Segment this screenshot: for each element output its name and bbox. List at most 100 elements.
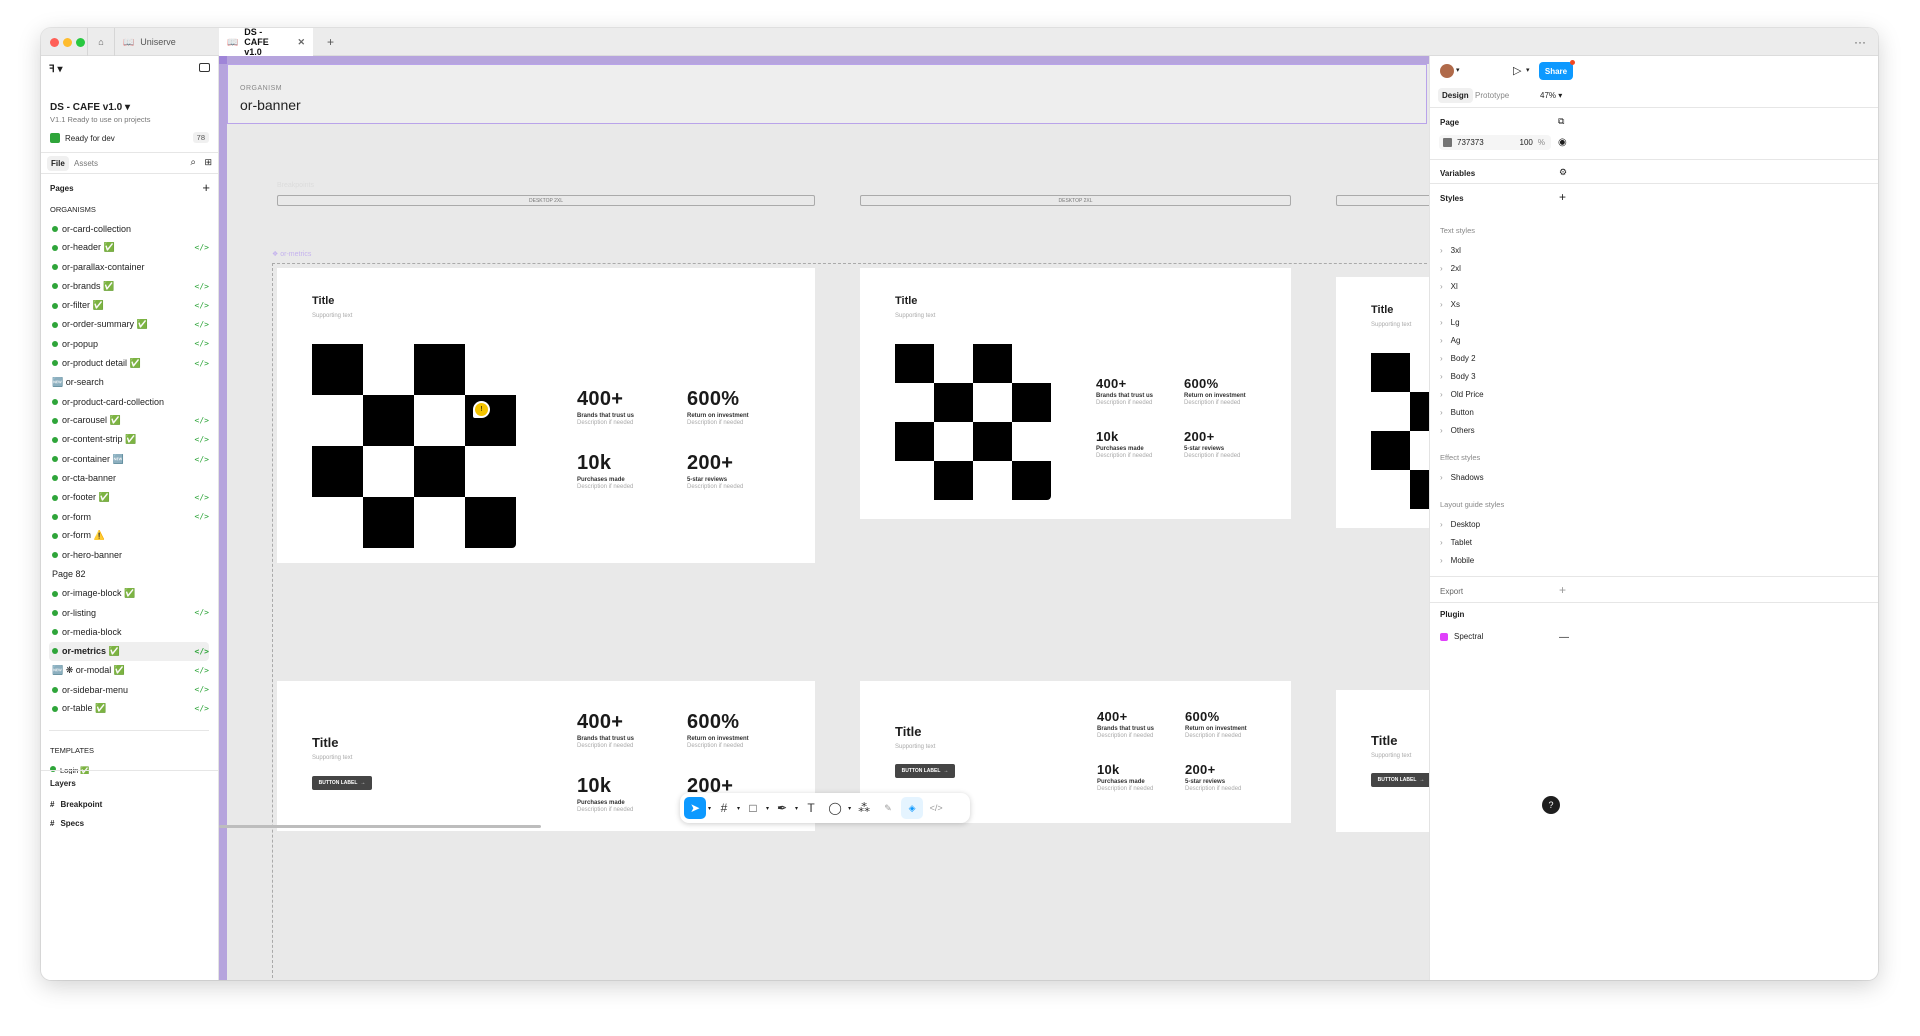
breakpoint-bar[interactable]: DESKTOP 2XL: [277, 195, 815, 206]
metrics-frame-cta-tablet[interactable]: Title Supporting text BUTTON LABEL →: [1336, 690, 1429, 832]
chevron-down-icon[interactable]: ▾: [737, 805, 740, 812]
add-page-icon[interactable]: +: [202, 180, 210, 195]
code-icon[interactable]: </>: [195, 685, 209, 694]
chevron-down-icon[interactable]: ▾: [795, 805, 798, 812]
file-title[interactable]: DS - CAFE v1.0 ▾: [50, 102, 130, 113]
metrics-frame-tablet[interactable]: Title Supporting text: [1336, 277, 1429, 528]
code-icon[interactable]: </>: [195, 512, 209, 521]
tab-file[interactable]: File: [47, 156, 69, 171]
page-item[interactable]: 🆕 ❋ or-modal ✅ </>: [49, 661, 209, 680]
present-icon[interactable]: ▷: [1513, 64, 1521, 77]
style-item[interactable]: › Others: [1440, 426, 1860, 435]
code-icon[interactable]: </>: [195, 301, 209, 310]
code-icon[interactable]: </>: [195, 704, 209, 713]
style-item[interactable]: › Button: [1440, 408, 1860, 417]
code-icon[interactable]: </>: [195, 493, 209, 502]
code-icon[interactable]: </>: [195, 647, 209, 656]
style-item[interactable]: › Mobile: [1440, 556, 1860, 565]
code-icon[interactable]: </>: [195, 339, 209, 348]
variables-heading[interactable]: Variables: [1440, 169, 1475, 178]
page-item[interactable]: or-cta-banner: [49, 469, 209, 488]
more-menu-button[interactable]: ···: [1846, 28, 1874, 56]
zoom-window-button[interactable]: [76, 38, 85, 47]
avatar[interactable]: [1440, 64, 1454, 78]
new-tab-button[interactable]: +: [319, 28, 342, 56]
metrics-frame-label[interactable]: ❖ or-metrics: [272, 250, 311, 258]
code-icon[interactable]: </>: [195, 608, 209, 617]
style-item[interactable]: › Xl: [1440, 282, 1860, 291]
button-label-button[interactable]: BUTTON LABEL →: [895, 764, 955, 778]
library-icon[interactable]: ⊞: [204, 157, 212, 168]
style-item[interactable]: › Desktop: [1440, 520, 1860, 529]
chevron-down-icon[interactable]: ▾: [848, 805, 851, 812]
page-item[interactable]: 🆕 or-search: [49, 373, 209, 392]
templates-section[interactable]: TEMPLATES: [50, 746, 94, 755]
metrics-frame-desktop-xl[interactable]: Title Supporting text 400+ Brands that trus…: [860, 268, 1291, 519]
code-icon[interactable]: </>: [195, 359, 209, 368]
fill-opacity[interactable]: 100: [1520, 138, 1533, 147]
page-settings-icon[interactable]: ⧉: [1558, 116, 1564, 127]
page-item[interactable]: or-parallax-container: [49, 258, 209, 277]
code-icon[interactable]: </>: [195, 435, 209, 444]
pen-tool-icon[interactable]: ✒: [771, 797, 793, 819]
comment-tool-icon[interactable]: ◯: [824, 797, 846, 819]
canvas[interactable]: ORGANISM or-banner Breakpoints DESKTOP 2…: [219, 56, 1429, 980]
style-item[interactable]: › Old Price: [1440, 390, 1860, 399]
layer-specs[interactable]: # Specs: [50, 819, 84, 828]
page-item[interactable]: or-content-strip ✅ </>: [49, 430, 209, 449]
page-item[interactable]: or-card-collection: [49, 219, 209, 238]
chevron-down-icon[interactable]: ▾: [1526, 66, 1530, 74]
tab-uniserve[interactable]: 📖 Uniserve: [115, 28, 219, 56]
page-item[interactable]: or-header ✅ </>: [49, 238, 209, 257]
style-item[interactable]: › Body 3: [1440, 372, 1860, 381]
page-item[interactable]: or-order-summary ✅ </>: [49, 315, 209, 334]
fill-hex[interactable]: 737373: [1457, 138, 1484, 147]
breakpoint-bar[interactable]: [1336, 195, 1429, 206]
style-item[interactable]: › Lg: [1440, 318, 1860, 327]
style-item[interactable]: › 2xl: [1440, 264, 1860, 273]
export-heading[interactable]: Export: [1440, 587, 1463, 596]
page-item[interactable]: or-carousel ✅ </>: [49, 411, 209, 430]
tab-design[interactable]: Design: [1438, 88, 1473, 103]
code-icon[interactable]: </>: [195, 666, 209, 675]
chevron-down-icon[interactable]: ▾: [708, 805, 711, 812]
page-item[interactable]: or-listing </>: [49, 603, 209, 622]
close-window-button[interactable]: [50, 38, 59, 47]
plugin-spectral[interactable]: Spectral: [1440, 632, 1483, 641]
page-item[interactable]: or-hero-banner: [49, 546, 209, 565]
search-icon[interactable]: ⌕: [190, 157, 196, 168]
chevron-down-icon[interactable]: ▾: [1456, 66, 1460, 74]
horizontal-scrollbar[interactable]: [219, 825, 541, 828]
page-fill-field[interactable]: 737373 100 %: [1439, 135, 1551, 150]
page-item[interactable]: or-image-block ✅: [49, 584, 209, 603]
dev-mode-icon[interactable]: </>: [925, 797, 947, 819]
home-tab[interactable]: ⌂: [87, 28, 115, 56]
code-icon[interactable]: </>: [195, 243, 209, 252]
metrics-frame-desktop-2xl[interactable]: Title Supporting text 400+ Brands that trus…: [277, 268, 815, 563]
button-label-button[interactable]: BUTTON LABEL →: [1371, 773, 1429, 787]
button-label-button[interactable]: BUTTON LABEL →: [312, 776, 372, 790]
variables-icon[interactable]: ⚙: [1559, 167, 1567, 178]
comment-pin[interactable]: !: [473, 401, 490, 418]
page-item[interactable]: or-sidebar-menu </>: [49, 680, 209, 699]
rectangle-tool-icon[interactable]: □: [742, 797, 764, 819]
code-icon[interactable]: </>: [195, 416, 209, 425]
code-icon[interactable]: </>: [195, 320, 209, 329]
draw-mode-icon[interactable]: ✎: [877, 797, 899, 819]
page-item[interactable]: or-popup </>: [49, 334, 209, 353]
close-tab-icon[interactable]: ✕: [297, 37, 305, 48]
code-icon[interactable]: </>: [195, 282, 209, 291]
style-item[interactable]: › Body 2: [1440, 354, 1860, 363]
frame-tool-icon[interactable]: #: [713, 797, 735, 819]
eye-icon[interactable]: ◉: [1558, 137, 1567, 148]
page-item[interactable]: or-container 🆕 </>: [49, 450, 209, 469]
move-tool-icon[interactable]: ➤: [684, 797, 706, 819]
code-icon[interactable]: </>: [195, 455, 209, 464]
actions-icon[interactable]: ⁂: [853, 797, 875, 819]
zoom-level[interactable]: 47% ▾: [1540, 91, 1562, 100]
style-item[interactable]: › Shadows: [1440, 473, 1860, 482]
breakpoint-bar[interactable]: DESKTOP 2XL: [860, 195, 1291, 206]
layer-breakpoint[interactable]: # Breakpoint: [50, 800, 102, 809]
page-item[interactable]: or-brands ✅ </>: [49, 277, 209, 296]
banner-frame[interactable]: ORGANISM or-banner: [227, 64, 1427, 124]
